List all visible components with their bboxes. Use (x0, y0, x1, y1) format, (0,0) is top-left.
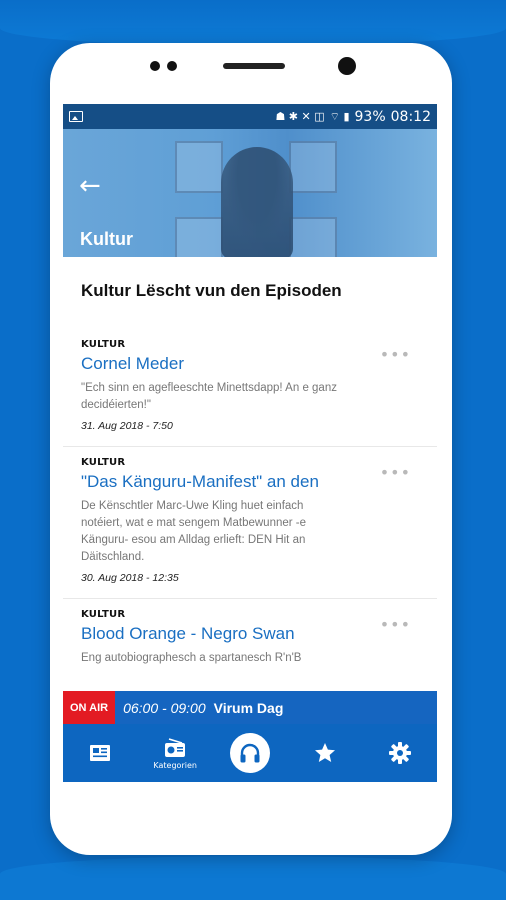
episode-date: 31. Aug 2018 - 7:50 (81, 420, 173, 432)
more-options-icon[interactable]: ••• (380, 347, 411, 363)
episode-category: KULTUR (81, 609, 126, 620)
gear-icon (388, 742, 411, 764)
episode-description: Eng autobiographesch a spartanesch R'n'B (81, 652, 302, 664)
episode-title[interactable]: Blood Orange - Negro Swan (81, 624, 341, 644)
episode-title[interactable]: Cornel Meder (81, 354, 341, 374)
phone-sensor-dot (167, 61, 177, 71)
episode-title[interactable]: "Das Känguru-Manifest" an den (81, 472, 341, 492)
list-item[interactable]: KULTUR Blood Orange - Negro Swan Eng aut… (63, 599, 437, 667)
header-image-frame (289, 141, 337, 193)
back-arrow-icon[interactable]: ← (79, 173, 101, 199)
episode-date: 30. Aug 2018 - 12:35 (81, 572, 179, 584)
on-air-time: 06:00 - 09:00 (123, 699, 206, 716)
news-icon (90, 745, 111, 761)
background-bottom-band (0, 856, 506, 900)
phone-sensor-dot (150, 61, 160, 71)
image-notification-icon (69, 111, 83, 122)
tab-favorites[interactable] (295, 741, 355, 765)
headphones-icon (229, 733, 270, 773)
star-icon (314, 743, 335, 762)
episode-list: KULTUR Cornel Meder "Ech sinn en ageflee… (63, 329, 437, 667)
background-top-band (0, 0, 506, 46)
tab-player[interactable] (220, 733, 280, 773)
list-item[interactable]: KULTUR "Das Känguru-Manifest" an den De … (63, 447, 437, 599)
tab-label: Kategorien (153, 760, 197, 770)
header-image-frame (289, 217, 337, 257)
status-bar: ☗ ✱ ✕ ◫ ⌔ ▮ 93% 08:12 (63, 104, 437, 129)
now-playing-bar[interactable]: ON AIR 06:00 - 09:00 Virum Dag (63, 691, 437, 724)
phone-speaker (223, 63, 285, 69)
episode-category: KULTUR (81, 339, 126, 350)
more-options-icon[interactable]: ••• (380, 465, 411, 481)
more-options-icon[interactable]: ••• (380, 617, 411, 633)
episode-description: "Ech sinn en agefleeschte Minettsdapp! A… (81, 382, 337, 411)
wifi-signal-icon: ⌔ ▮ (329, 110, 350, 123)
header-person-image (221, 147, 293, 257)
section-title: Kultur Lëscht vun den Episoden (81, 281, 342, 300)
header-image-frame (175, 141, 223, 193)
clock: 08:12 (390, 108, 431, 125)
tab-settings[interactable] (370, 741, 430, 765)
on-air-badge: ON AIR (63, 691, 116, 724)
header-image-frame (175, 217, 223, 257)
page-title: Kultur (80, 229, 133, 249)
episode-description: De Kënschtler Marc-Uwe Kling huet einfac… (81, 500, 307, 563)
battery-level: 93% (354, 108, 386, 125)
radio-icon (165, 737, 186, 757)
category-header: ← Kultur (63, 129, 437, 257)
tab-news[interactable] (70, 742, 130, 764)
bottom-tab-bar: Kategorien (63, 724, 437, 782)
on-air-show: Virum Dag (213, 699, 284, 716)
front-camera (338, 57, 356, 75)
list-item[interactable]: KULTUR Cornel Meder "Ech sinn en ageflee… (63, 329, 437, 447)
app-screen: ☗ ✱ ✕ ◫ ⌔ ▮ 93% 08:12 ← Kultur Kultur Lë… (63, 104, 437, 782)
episode-category: KULTUR (81, 457, 126, 468)
notification-icons: ☗ ✱ ✕ ◫ (275, 110, 325, 123)
tab-categories[interactable]: Kategorien (145, 737, 205, 770)
